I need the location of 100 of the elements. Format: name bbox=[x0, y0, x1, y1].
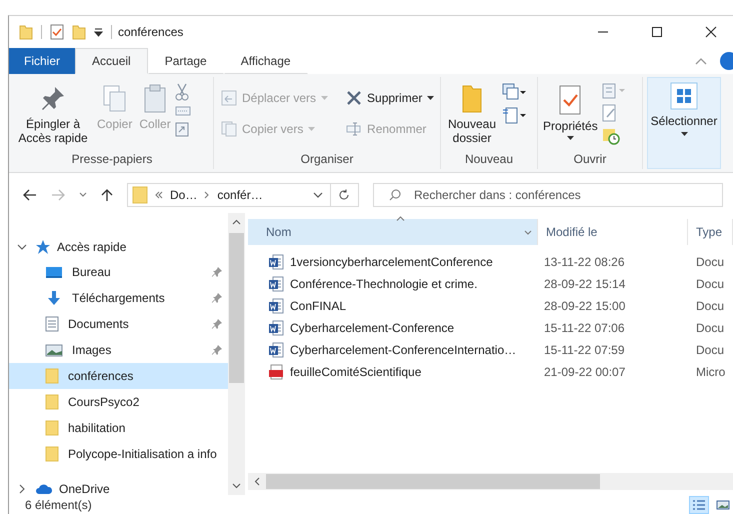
column-header[interactable]: Type bbox=[688, 219, 733, 245]
nav-item[interactable]: Documents bbox=[9, 311, 228, 337]
recent-locations-icon[interactable] bbox=[79, 192, 87, 198]
file-name[interactable]: Cyberharcelement-Conference bbox=[290, 321, 454, 335]
pdf-icon bbox=[268, 364, 284, 380]
group-label: Presse-papiers bbox=[70, 152, 154, 168]
properties-button[interactable]: Propriétés bbox=[540, 81, 601, 143]
folder-icon bbox=[45, 420, 59, 436]
nav-item[interactable]: conférences bbox=[9, 363, 228, 389]
word-document-icon bbox=[268, 320, 284, 336]
nav-item[interactable]: OneDrive bbox=[9, 477, 228, 495]
move-icon bbox=[221, 90, 237, 106]
select-button[interactable]: Sélectionner bbox=[647, 77, 721, 169]
file-name[interactable]: Cyberharcelement-ConferenceInternatio… bbox=[290, 343, 516, 357]
file-name[interactable]: Conférence-Thechnologie et crime. bbox=[290, 277, 478, 291]
nav-item[interactable]: Bureau bbox=[9, 259, 228, 285]
properties-icon[interactable] bbox=[50, 24, 64, 40]
cut-icon[interactable] bbox=[174, 83, 189, 101]
file-name[interactable]: ConFINAL bbox=[290, 299, 346, 313]
word-document-icon bbox=[268, 342, 284, 358]
caret-icon bbox=[680, 132, 688, 136]
word-document-icon bbox=[268, 298, 284, 314]
column-header[interactable]: Nom bbox=[248, 219, 538, 245]
vertical-scrollbar[interactable] bbox=[228, 213, 245, 495]
breadcrumb[interactable]: Do… bbox=[170, 188, 198, 202]
group-label: Nouveau bbox=[464, 152, 514, 168]
word-document-icon bbox=[268, 276, 284, 292]
ribbon-tab[interactable]: Accueil bbox=[75, 48, 148, 74]
nav-item[interactable]: Polycope-Initialisation a info bbox=[9, 441, 228, 467]
dropdown-icon[interactable] bbox=[313, 192, 323, 198]
refresh-icon[interactable] bbox=[338, 188, 350, 200]
checklist-icon bbox=[557, 84, 584, 116]
delete-icon bbox=[346, 90, 362, 106]
search-field[interactable]: Rechercher dans : conférences bbox=[373, 182, 723, 206]
modified-date: 13-11-22 08:26 bbox=[543, 255, 626, 269]
breadcrumb[interactable]: confér… bbox=[217, 188, 263, 202]
column-header[interactable]: Modifié le bbox=[538, 219, 688, 245]
folder-icon bbox=[460, 84, 484, 114]
file-name[interactable]: feuilleComitéScientifique bbox=[290, 365, 422, 379]
word-document-icon bbox=[268, 254, 284, 270]
up-icon[interactable] bbox=[101, 188, 113, 202]
scroll-left-icon[interactable] bbox=[254, 477, 260, 486]
group-label: Ouvrir bbox=[572, 152, 608, 168]
new-folder-button[interactable]: Nouveau dossier bbox=[443, 81, 501, 148]
chevron-icon bbox=[204, 190, 210, 198]
chevron-icon[interactable] bbox=[17, 484, 27, 494]
group-label: Organiser bbox=[300, 152, 354, 168]
help-icon[interactable] bbox=[719, 52, 733, 70]
folder-icon bbox=[45, 446, 59, 462]
image-icon bbox=[45, 344, 63, 356]
caret-icon bbox=[566, 136, 574, 140]
new-item-icon[interactable] bbox=[502, 83, 526, 101]
document-icon bbox=[45, 316, 59, 332]
window-title: conférences bbox=[118, 25, 184, 39]
collapse-ribbon-icon[interactable] bbox=[695, 57, 707, 65]
back-icon[interactable] bbox=[23, 188, 37, 200]
modified-date: 15-11-22 07:59 bbox=[543, 343, 626, 357]
star-icon bbox=[35, 239, 51, 255]
modified-date: 28-09-22 15:00 bbox=[543, 299, 626, 313]
file-name[interactable]: 1versioncyberharcelementConference bbox=[290, 255, 493, 269]
easy-access-icon[interactable] bbox=[502, 106, 526, 124]
details-view-icon[interactable] bbox=[689, 496, 709, 514]
file-type: Docu bbox=[695, 321, 726, 335]
close-icon[interactable] bbox=[705, 26, 717, 38]
chevron-icon bbox=[155, 190, 163, 198]
horizontal-scrollbar[interactable] bbox=[248, 473, 733, 490]
modified-date: 28-09-22 15:14 bbox=[543, 277, 626, 291]
caret-icon bbox=[321, 96, 328, 100]
file-type: Micro bbox=[695, 365, 726, 379]
edit-icon[interactable] bbox=[602, 104, 618, 122]
file-type: Docu bbox=[695, 299, 726, 313]
copy-icon bbox=[221, 121, 237, 137]
chevron-icon[interactable] bbox=[17, 242, 27, 252]
nav-item[interactable]: CoursPsyco2 bbox=[9, 389, 228, 415]
folder-icon bbox=[132, 186, 148, 204]
paste-shortcut-icon[interactable] bbox=[174, 121, 189, 137]
scroll-up-icon[interactable] bbox=[232, 219, 241, 225]
scroll-down-icon[interactable] bbox=[232, 483, 241, 489]
pin-button[interactable]: Épingler à Accès rapide bbox=[13, 81, 93, 148]
maximize-icon[interactable] bbox=[651, 26, 663, 38]
ribbon-tab[interactable]: Fichier bbox=[9, 48, 76, 74]
dropdown-icon[interactable] bbox=[94, 28, 103, 36]
download-icon bbox=[45, 290, 63, 306]
nav-item[interactable]: Accès rapide bbox=[9, 235, 228, 259]
caret-icon bbox=[427, 96, 434, 100]
delete-button[interactable]: Supprimer bbox=[341, 86, 440, 110]
nav-item[interactable]: habilitation bbox=[9, 415, 228, 441]
caret-icon bbox=[308, 127, 316, 131]
file-type: Docu bbox=[695, 343, 726, 357]
modified-date: 15-11-22 07:06 bbox=[543, 321, 626, 335]
nav-item[interactable]: Téléchargements bbox=[9, 285, 228, 311]
folder-icon bbox=[45, 394, 59, 410]
folder-icon bbox=[45, 368, 59, 384]
item-count: 6 élément(s) bbox=[25, 498, 92, 512]
file-type: Docu bbox=[695, 277, 726, 291]
history-icon[interactable] bbox=[602, 127, 620, 145]
rename-icon bbox=[346, 121, 362, 137]
nav-item[interactable]: Images bbox=[9, 337, 228, 363]
search-icon bbox=[389, 188, 401, 200]
address-bar[interactable]: Do… confér… bbox=[127, 182, 359, 206]
